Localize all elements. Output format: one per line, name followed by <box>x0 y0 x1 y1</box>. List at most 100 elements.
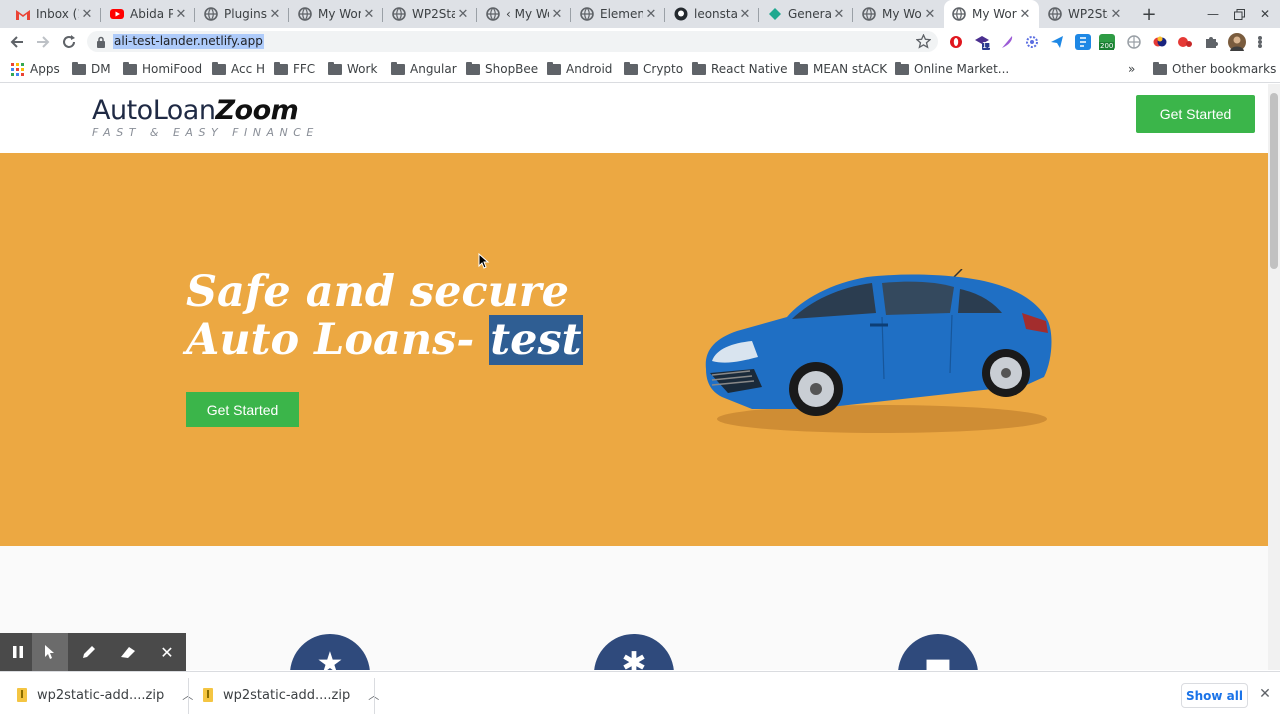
github-icon <box>674 7 688 21</box>
bookmark-folder-mean-stack[interactable]: MEAN stACK <box>794 61 887 77</box>
bookmark-folder-ffc[interactable]: FFC <box>274 61 315 77</box>
bookmark-folder-shopbee[interactable]: ShopBee <box>466 61 538 77</box>
bookmark-apps[interactable]: Apps <box>11 61 60 77</box>
tab-wp2static-2[interactable]: WP2Sta ✕ <box>1040 0 1130 28</box>
car-image <box>705 269 1052 433</box>
lock-icon[interactable] <box>96 36 106 48</box>
hero-get-started-button[interactable]: Get Started <box>186 392 299 427</box>
close-icon[interactable]: ✕ <box>737 6 753 22</box>
opera-extension-icon[interactable] <box>948 34 964 50</box>
tab-title: My Wor <box>972 7 1017 21</box>
menu-kebab-icon[interactable] <box>1258 33 1264 51</box>
tab-my-wordpress-2[interactable]: ‹ My Wo ✕ <box>478 0 571 28</box>
colorful-extension-icon[interactable] <box>1152 34 1168 50</box>
close-icon[interactable]: ✕ <box>922 6 938 22</box>
red-toggle-extension-icon[interactable] <box>1177 34 1193 50</box>
close-icon[interactable]: ✕ <box>79 6 95 22</box>
bookmark-label: ShopBee <box>485 62 539 76</box>
send-extension-icon[interactable] <box>1049 34 1065 50</box>
header-get-started-button[interactable]: Get Started <box>1136 95 1255 133</box>
feature-circle-asterisk: ✱ <box>594 634 674 670</box>
pen-tool-icon[interactable] <box>71 633 107 671</box>
snowflake-extension-icon[interactable] <box>1024 34 1040 50</box>
bookmark-folder-homifood[interactable]: HomiFood <box>123 61 202 77</box>
bookmark-folder-acc-h[interactable]: Acc H <box>212 61 265 77</box>
zip-file-icon <box>203 688 213 702</box>
star-bookmark-icon[interactable] <box>915 33 932 49</box>
tab-my-wordpress[interactable]: My Wor ✕ <box>290 0 383 28</box>
avatar[interactable] <box>1228 33 1246 51</box>
tab-my-wordpress-active[interactable]: My Wor ✕ <box>944 0 1039 28</box>
tab-wp2static[interactable]: WP2Sta ✕ <box>384 0 477 28</box>
tab-my-wordpress-3[interactable]: My Wor ✕ <box>854 0 944 28</box>
forward-arrow-icon[interactable] <box>32 31 54 53</box>
graduation-extension-icon[interactable]: 11 <box>974 34 993 50</box>
url-container: ali-test-lander.netlify.app <box>113 34 264 49</box>
bookmark-folder-online-market[interactable]: Online Market... <box>895 61 1009 77</box>
tab-title: Plugins <box>224 7 267 21</box>
close-icon[interactable]: ✕ <box>455 6 471 22</box>
bookmark-folder-work[interactable]: Work <box>328 61 377 77</box>
show-all-downloads-button[interactable]: Show all <box>1181 683 1248 708</box>
close-icon[interactable]: ✕ <box>643 6 659 22</box>
maximize-icon[interactable] <box>1230 5 1248 23</box>
minimize-icon[interactable]: — <box>1204 5 1222 23</box>
close-annotation-icon[interactable]: ✕ <box>149 633 185 671</box>
bookmark-label: Angular <box>410 62 457 76</box>
tab-general[interactable]: Genera ✕ <box>760 0 853 28</box>
close-icon[interactable]: ✕ <box>361 6 377 22</box>
extension-badge: 11 <box>982 41 993 50</box>
download-item[interactable]: wp2static-add....zip ︿ <box>17 682 193 708</box>
close-icon[interactable]: ✕ <box>831 6 847 22</box>
close-icon[interactable]: ✕ <box>173 6 189 22</box>
bookmark-label: MEAN stACK <box>813 62 888 76</box>
document-extension-icon[interactable] <box>1075 34 1091 50</box>
back-arrow-icon[interactable] <box>6 31 28 53</box>
site-logo[interactable]: AutoLoanZoom <box>92 95 299 126</box>
globe-extension-icon[interactable] <box>1126 34 1142 50</box>
close-icon[interactable]: ✕ <box>549 6 565 22</box>
bookmark-other[interactable]: Other bookmarks <box>1153 61 1276 77</box>
download-item[interactable]: wp2static-add....zip ︿ <box>203 682 379 708</box>
tab-github[interactable]: leonsta ✕ <box>666 0 759 28</box>
counter-extension-icon[interactable]: 200 <box>1099 34 1115 50</box>
tab-youtube[interactable]: Abida P ✕ <box>102 0 195 28</box>
bookmark-folder-crypto[interactable]: Crypto <box>624 61 683 77</box>
close-icon[interactable]: ✕ <box>1108 6 1124 22</box>
bookmark-folder-dm[interactable]: DM <box>72 61 111 77</box>
close-download-shelf-icon[interactable]: ✕ <box>1257 686 1273 702</box>
close-icon[interactable]: ✕ <box>267 6 283 22</box>
bookmark-folder-react-native[interactable]: React Native <box>692 61 788 77</box>
bookmark-folder-angular[interactable]: Angular <box>391 61 457 77</box>
puzzle-extensions-icon[interactable] <box>1203 34 1219 50</box>
reload-icon[interactable] <box>58 31 80 53</box>
tab-gmail[interactable]: Inbox (1 ✕ <box>8 0 101 28</box>
globe-icon <box>580 7 594 21</box>
eraser-tool-icon[interactable] <box>110 633 146 671</box>
bookmark-folder-android[interactable]: Android <box>547 61 612 77</box>
bookmark-label: Online Market... <box>914 62 1010 76</box>
bookmarks-overflow-icon[interactable]: » <box>1128 61 1135 77</box>
globe-icon <box>952 7 966 21</box>
feature-circle-bars: ▬ <box>898 634 978 670</box>
hero-selected-text[interactable]: test <box>489 315 583 365</box>
hero-section: Safe and secure Auto Loans- test Get Sta… <box>0 153 1268 546</box>
feather-extension-icon[interactable] <box>999 34 1015 50</box>
close-icon[interactable]: ✕ <box>1017 6 1033 22</box>
tab-plugins[interactable]: Plugins ✕ <box>196 0 289 28</box>
folder-icon <box>1153 61 1167 75</box>
pause-icon[interactable] <box>0 633 36 671</box>
tab-elementor[interactable]: Elemen ✕ <box>572 0 665 28</box>
bookmark-label: Apps <box>30 62 60 76</box>
hero-title-line2-text: Auto Loans- <box>186 315 490 365</box>
folder-icon <box>547 61 561 75</box>
url-text[interactable]: ali-test-lander.netlify.app <box>113 34 264 49</box>
window-close-icon[interactable]: ✕ <box>1256 5 1274 23</box>
bars-icon: ▬ <box>923 646 953 670</box>
folder-icon <box>466 61 480 75</box>
page-scrollbar-thumb[interactable] <box>1270 93 1278 269</box>
globe-icon <box>1048 7 1062 21</box>
pointer-tool-icon[interactable] <box>32 633 68 671</box>
new-tab-icon[interactable]: + <box>1139 4 1159 25</box>
folder-icon <box>895 61 909 75</box>
